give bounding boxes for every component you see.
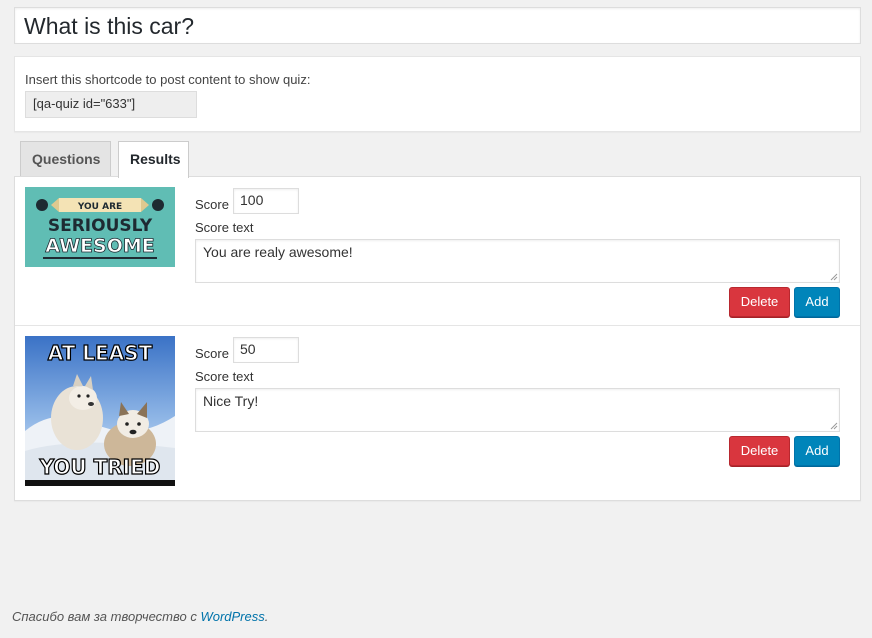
- image-caption-bottom: YOU TRIED: [39, 455, 161, 479]
- seriously-awesome-image: YOU ARE SERIOUSLY AWESOME: [25, 187, 175, 267]
- footer-suffix: .: [264, 609, 269, 624]
- score-text-label: Score text: [195, 220, 254, 235]
- delete-button[interactable]: Delete: [729, 287, 790, 317]
- score-text-value: You are realy awesome!: [203, 244, 353, 260]
- image-caption-bottom: AWESOME: [45, 235, 155, 257]
- score-text-area[interactable]: You are realy awesome!: [195, 239, 840, 283]
- score-input[interactable]: 50: [233, 337, 299, 363]
- results-panel: YOU ARE SERIOUSLY AWESOME Score 100 Scor…: [14, 176, 861, 501]
- footer: Спасибо вам за творчество с WordPress.: [12, 609, 268, 624]
- result-image: AT LEAST YOU TRIED: [25, 336, 175, 486]
- delete-button[interactable]: Delete: [729, 436, 790, 466]
- result-row: AT LEAST YOU TRIED Score 50 Score text N…: [15, 326, 860, 486]
- score-input[interactable]: 100: [233, 188, 299, 214]
- image-caption-mid: SERIOUSLY: [48, 216, 153, 236]
- resize-grip-icon[interactable]: [830, 273, 838, 281]
- image-caption-top: AT LEAST: [48, 341, 153, 365]
- resize-grip-icon[interactable]: [830, 422, 838, 430]
- tab-questions[interactable]: Questions: [20, 141, 111, 177]
- image-caption-top: YOU ARE: [77, 202, 122, 212]
- at-least-you-tried-image: AT LEAST YOU TRIED: [25, 336, 175, 486]
- shortcode-field[interactable]: [qa-quiz id="633"]: [25, 91, 197, 118]
- result-image: YOU ARE SERIOUSLY AWESOME: [25, 187, 175, 267]
- add-button[interactable]: Add: [794, 436, 840, 466]
- score-text-area[interactable]: Nice Try!: [195, 388, 840, 432]
- footer-text: Спасибо вам за творчество с: [12, 609, 201, 624]
- shortcode-label: Insert this shortcode to post content to…: [25, 72, 311, 87]
- score-label: Score: [195, 346, 229, 361]
- result-row: YOU ARE SERIOUSLY AWESOME Score 100 Scor…: [15, 177, 860, 326]
- score-text-label: Score text: [195, 369, 254, 384]
- score-label: Score: [195, 197, 229, 212]
- score-text-value: Nice Try!: [203, 393, 259, 409]
- wordpress-link[interactable]: WordPress: [200, 609, 264, 624]
- tab-results[interactable]: Results: [118, 141, 189, 178]
- shortcode-panel: Insert this shortcode to post content to…: [14, 56, 861, 132]
- add-button[interactable]: Add: [794, 287, 840, 317]
- quiz-title-input[interactable]: What is this car?: [14, 7, 861, 44]
